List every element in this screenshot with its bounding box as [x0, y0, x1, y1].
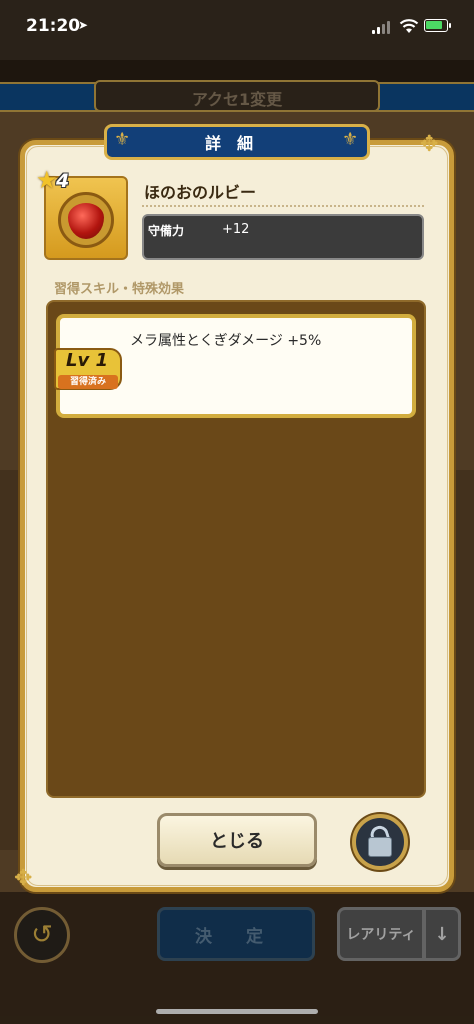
- wifi-icon: [399, 19, 419, 33]
- skill-learned-tag: 習得済み: [58, 375, 118, 389]
- dialog-title: 詳細: [104, 124, 370, 160]
- status-bar: 21:20 ➤: [0, 0, 474, 60]
- battery-charging-icon: [424, 19, 451, 32]
- corner-ornament-icon: ✥: [14, 866, 33, 891]
- item-name: ほのおのルビー: [144, 183, 257, 202]
- corner-ornament-icon: ✥: [420, 132, 439, 157]
- stat-value: +12: [222, 222, 250, 237]
- cellular-signal-icon: [372, 20, 392, 34]
- skill-description: メラ属性とくぎダメージ +5%: [130, 333, 322, 349]
- close-button[interactable]: とじる: [157, 813, 317, 867]
- skill-level: Lv 1: [66, 350, 108, 371]
- stat-label: 守備力: [148, 224, 185, 238]
- fleur-ornament-icon: ⚜: [114, 129, 131, 150]
- skills-section-label: 習得スキル・特殊効果: [54, 282, 185, 297]
- location-arrow-icon: ➤: [78, 18, 89, 32]
- stat-box: [142, 214, 424, 260]
- name-divider: [142, 205, 424, 207]
- rarity-star-icon: ★: [36, 166, 58, 194]
- lock-body: [368, 837, 392, 857]
- rarity-star-count: 4: [56, 170, 70, 192]
- fleur-ornament-icon: ⚜: [342, 129, 359, 150]
- status-time: 21:20: [26, 16, 81, 36]
